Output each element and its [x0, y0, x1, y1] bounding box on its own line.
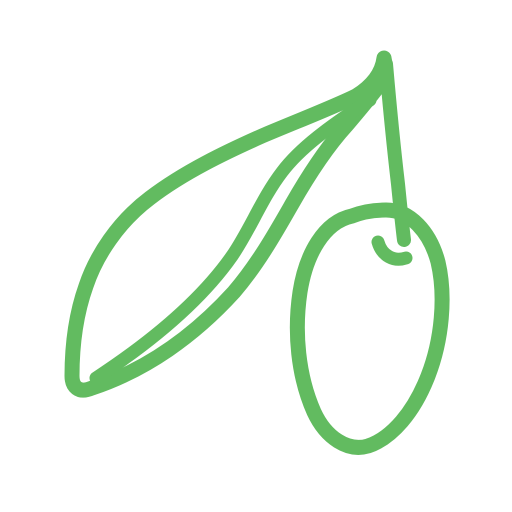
icon-canvas [0, 0, 512, 512]
olive-fruit [289, 202, 450, 455]
olive-branch-icon [0, 0, 512, 512]
olive-branch-svg [64, 50, 450, 455]
